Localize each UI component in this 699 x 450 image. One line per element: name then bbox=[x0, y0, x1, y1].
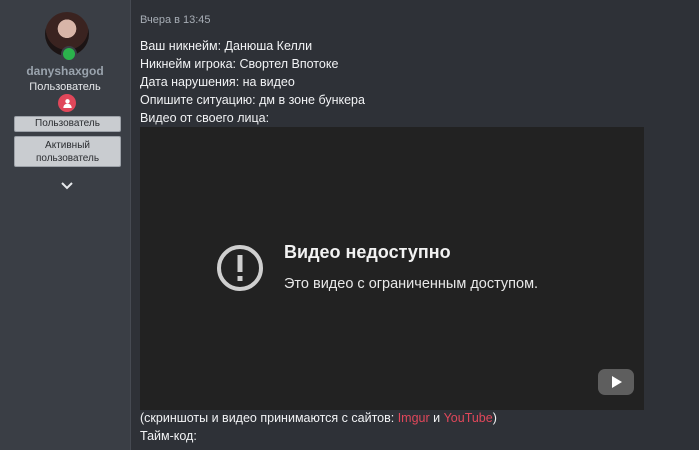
video-unavailable-subtitle: Это видео с ограниченным доступом. bbox=[284, 276, 539, 292]
youtube-link[interactable]: YouTube bbox=[444, 411, 493, 425]
user-title: Пользователь bbox=[29, 81, 101, 93]
online-status-icon bbox=[61, 46, 77, 62]
post-line-nickname: Ваш никнейм: Данюша Келли bbox=[140, 39, 313, 53]
user-sidebar: danyshaxgod Пользователь Пользователь Ак… bbox=[0, 0, 131, 450]
footer-and: и bbox=[429, 411, 444, 425]
active-user-badge-line1: Активный bbox=[45, 140, 90, 151]
youtube-logo-icon[interactable] bbox=[598, 369, 634, 400]
warning-icon bbox=[215, 243, 265, 298]
username[interactable]: danyshaxgod bbox=[0, 64, 130, 78]
post-footer-sources: (скриншоты и видео принимаются с сайтов:… bbox=[140, 411, 497, 425]
post-line-player-nickname: Никнейм игрока: Свортел Впотоке bbox=[140, 57, 339, 71]
active-user-badge: Активный пользователь bbox=[14, 136, 121, 167]
post-timestamp[interactable]: Вчера в 13:45 bbox=[140, 14, 211, 26]
video-unavailable-title: Видео недоступно bbox=[284, 242, 451, 262]
post-line-video-label: Видео от своего лица: bbox=[140, 111, 270, 125]
video-embed[interactable]: Видео недоступно Это видео с ограниченны… bbox=[140, 127, 644, 410]
post-line-timecode: Тайм-код: bbox=[140, 429, 197, 443]
avatar-wrap[interactable] bbox=[45, 12, 89, 62]
role-icon bbox=[58, 94, 76, 112]
post-line-violation-date: Дата нарушения: на видео bbox=[140, 75, 295, 89]
user-badge: Пользователь bbox=[14, 116, 121, 132]
footer-suffix: ) bbox=[492, 411, 497, 425]
footer-prefix: (скриншоты и видео принимаются с сайтов: bbox=[140, 411, 398, 425]
active-user-badge-line2: пользователь bbox=[35, 153, 100, 164]
imgur-link[interactable]: Imgur bbox=[398, 411, 430, 425]
chevron-down-icon[interactable] bbox=[60, 178, 74, 196]
user-badge-label: Пользователь bbox=[35, 118, 100, 129]
post-content: Вчера в 13:45 Ваш никнейм: Данюша Келли … bbox=[140, 0, 699, 450]
post-line-situation: Опишите ситуацию: дм в зоне бункера bbox=[140, 93, 365, 107]
